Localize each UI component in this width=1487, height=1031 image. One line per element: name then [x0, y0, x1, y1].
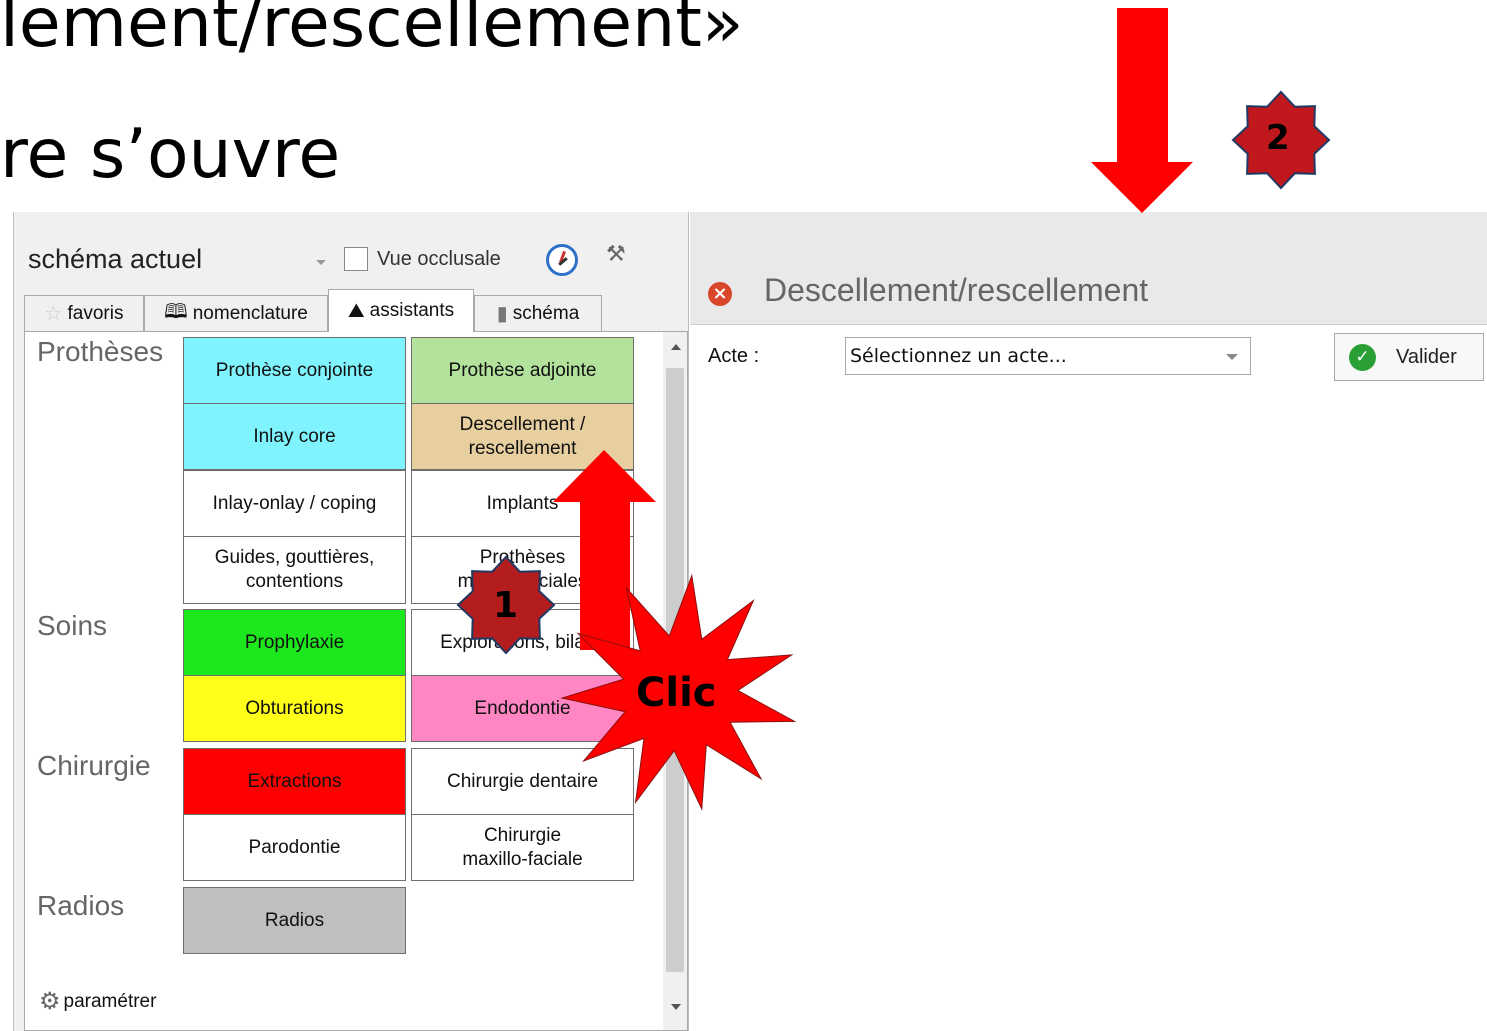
book-icon: 🕮	[164, 300, 188, 323]
button-label-line1: Chirurgie	[483, 824, 562, 846]
button-label: Prophylaxie	[244, 631, 345, 653]
button-label-line2: maxillo-faciales	[457, 571, 588, 592]
category-radios: Radios	[37, 890, 125, 921]
implants-button[interactable]: Implants	[411, 470, 634, 537]
protheses-maxillo-faciales-button[interactable]: Prothèses maxillo-faciales	[411, 536, 634, 604]
dialog-title: Descellement/rescellement	[764, 272, 1149, 308]
inlay-onlay-button[interactable]: Inlay-onlay / coping	[183, 470, 406, 537]
button-label: Radios	[264, 909, 325, 931]
down-arrow-annotation	[1091, 8, 1193, 213]
button-label-line2: rescellement	[468, 437, 577, 459]
dialog-header: × Descellement/rescellement	[690, 212, 1487, 325]
acte-select[interactable]: Sélectionnez un acte...	[845, 337, 1251, 375]
tab-label: favoris	[67, 302, 124, 324]
parametrer-link[interactable]: ⚙ paramétrer	[39, 987, 156, 1016]
tools-icon: ⚙	[39, 988, 61, 1015]
tab-assistants[interactable]: ⛰ assistants	[328, 289, 474, 332]
tab-label: nomenclature	[192, 302, 308, 324]
acte-select-value: Sélectionnez un acte...	[850, 345, 1067, 367]
slide-title-line2: re s’ouvre	[0, 115, 341, 194]
button-label: Parodontie	[248, 836, 341, 858]
scroll-up-icon[interactable]	[671, 344, 681, 350]
extractions-button[interactable]: Extractions	[183, 748, 406, 815]
endodontie-button[interactable]: Endodontie	[411, 675, 634, 742]
inlay-core-button[interactable]: Inlay core	[183, 403, 406, 470]
descellement-button[interactable]: Descellement / rescellement	[411, 403, 634, 470]
chevron-down-icon	[1226, 354, 1238, 360]
valider-button[interactable]: ✓ Valider	[1334, 333, 1484, 381]
star-icon: ☆	[44, 303, 63, 325]
scroll-down-icon[interactable]	[671, 1004, 681, 1010]
button-label-line2: maxillo-faciale	[462, 848, 583, 870]
button-label: Prothèse conjointe	[215, 359, 374, 381]
tab-nomenclature[interactable]: 🕮 nomenclature	[144, 295, 328, 331]
tab-bar: ☆ favoris 🕮 nomenclature ⛰ assistants ▮ …	[24, 287, 644, 332]
prophylaxie-button[interactable]: Prophylaxie	[183, 609, 406, 676]
button-label: Explorations, bilans	[440, 631, 605, 653]
clock-icon[interactable]	[546, 244, 578, 276]
close-icon[interactable]: ×	[708, 282, 732, 306]
tab-label: schéma	[512, 302, 580, 324]
chirurgie-dentaire-button[interactable]: Chirurgie dentaire	[411, 748, 634, 815]
parametrer-label: paramétrer	[63, 990, 157, 1012]
slide-title-line1: lement/rescellement»	[0, 0, 744, 63]
prothese-adjointe-button[interactable]: Prothèse adjointe	[411, 337, 634, 404]
vue-occlusale-label[interactable]: Vue occlusale	[377, 248, 501, 271]
category-chirurgie: Chirurgie	[37, 750, 151, 781]
chirurgie-maxillo-faciale-button[interactable]: Chirurgie maxillo-faciale	[411, 814, 634, 881]
button-label-line2: contentions	[245, 571, 344, 592]
button-label: Extractions	[247, 770, 342, 792]
obturations-button[interactable]: Obturations	[183, 675, 406, 742]
button-label: Inlay-onlay / coping	[212, 492, 377, 514]
explorations-button[interactable]: Explorations, bilans	[411, 609, 634, 676]
wizard-icon: ⛰	[347, 299, 365, 322]
tab-favoris[interactable]: ☆ favoris	[24, 295, 144, 331]
vue-occlusale-checkbox[interactable]	[344, 247, 368, 271]
assistants-panel: schéma actuel Vue occlusale ⚒ ☆ favoris …	[13, 212, 689, 1031]
descellement-dialog: × Descellement/rescellement Acte : Sélec…	[690, 212, 1487, 1031]
radios-button[interactable]: Radios	[183, 887, 406, 954]
category-soins: Soins	[37, 610, 108, 641]
category-protheses: Prothèses	[37, 336, 164, 367]
chevron-down-icon	[316, 260, 326, 265]
button-label: Endodontie	[474, 697, 571, 719]
button-label: Implants	[486, 492, 559, 514]
tab-label: assistants	[369, 300, 455, 321]
button-label-line1: Guides, gouttières,	[214, 547, 375, 568]
assistants-content: Prothèses Soins Chirurgie Radios Prothès…	[24, 331, 688, 1031]
button-label-line1: Descellement /	[459, 413, 586, 435]
button-label: Chirurgie dentaire	[446, 770, 599, 792]
button-label-line1: Prothèses	[479, 547, 566, 568]
schema-select[interactable]: schéma actuel	[24, 242, 336, 282]
button-label: Inlay core	[253, 425, 336, 447]
badge-1-label: 1	[493, 585, 519, 626]
guides-button[interactable]: Guides, gouttières, contentions	[183, 536, 406, 604]
valider-label: Valider	[1396, 345, 1457, 368]
tooth-icon: ▮	[496, 303, 508, 325]
button-label: Prothèse adjointe	[448, 359, 597, 381]
parodontie-button[interactable]: Parodontie	[183, 814, 406, 881]
schema-select-value: schéma actuel	[28, 244, 203, 274]
badge-2-label: 2	[1266, 118, 1290, 158]
button-label: Obturations	[245, 697, 344, 719]
checkmark-icon: ✓	[1349, 343, 1376, 371]
tool-icon[interactable]: ⚒	[606, 242, 640, 272]
prothese-conjointe-button[interactable]: Prothèse conjointe	[183, 337, 406, 404]
clic-label: Clic	[636, 670, 717, 716]
acte-label: Acte :	[708, 345, 760, 367]
tab-schema[interactable]: ▮ schéma	[474, 295, 602, 331]
